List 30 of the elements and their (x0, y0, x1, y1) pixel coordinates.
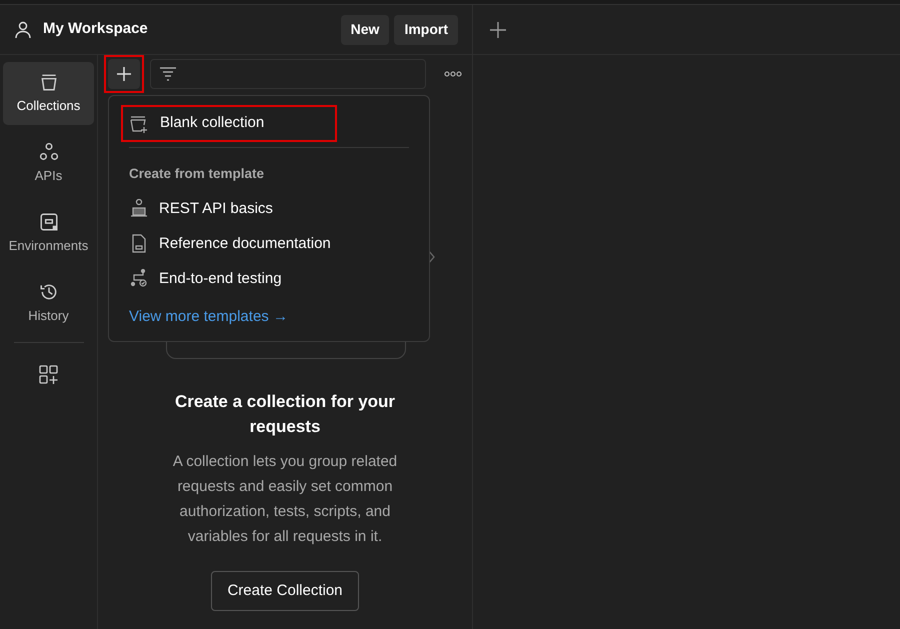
header-button[interactable]: Import (394, 14, 458, 44)
add-widget-icon[interactable] (38, 365, 58, 385)
blank-collection-icon (129, 114, 149, 132)
plus-icon (116, 66, 132, 82)
new-tab-icon[interactable] (489, 20, 507, 38)
filter-icon[interactable] (159, 67, 177, 81)
user-icon (14, 20, 32, 38)
collections-icon (38, 72, 58, 92)
search-field[interactable] (150, 59, 426, 89)
sidebar-item[interactable]: APIs (3, 132, 94, 195)
apis-icon (38, 142, 58, 162)
more-icon[interactable] (444, 71, 462, 77)
history-icon (38, 282, 58, 302)
empty-state-title: Create a collection for your requests (174, 391, 396, 438)
template-icon (129, 268, 149, 289)
header-button[interactable]: New (340, 14, 390, 44)
view-more-templates-link[interactable]: View more templates → (129, 306, 417, 329)
menu-item[interactable]: Reference documentation (121, 226, 417, 262)
workspace-title: My Workspace (43, 19, 148, 40)
create-collection-button[interactable]: Create Collection (211, 571, 359, 611)
environments-icon (38, 212, 58, 232)
menu-section-label: Create from template (129, 165, 266, 183)
menu-item[interactable]: REST API basics (121, 191, 417, 226)
menu-item[interactable]: Blank collection (121, 105, 337, 142)
empty-state-description: A collection lets you group related requests and easily set common authorization, tests, scripts, and variables for all requests in it. (172, 452, 398, 547)
sidebar-item[interactable]: Environments (3, 202, 94, 265)
template-icon (129, 198, 149, 219)
sidebar-item[interactable]: History (3, 272, 94, 335)
sidebar-item[interactable]: Collections (3, 62, 94, 125)
menu-item[interactable]: End-to-end testing (121, 261, 417, 296)
